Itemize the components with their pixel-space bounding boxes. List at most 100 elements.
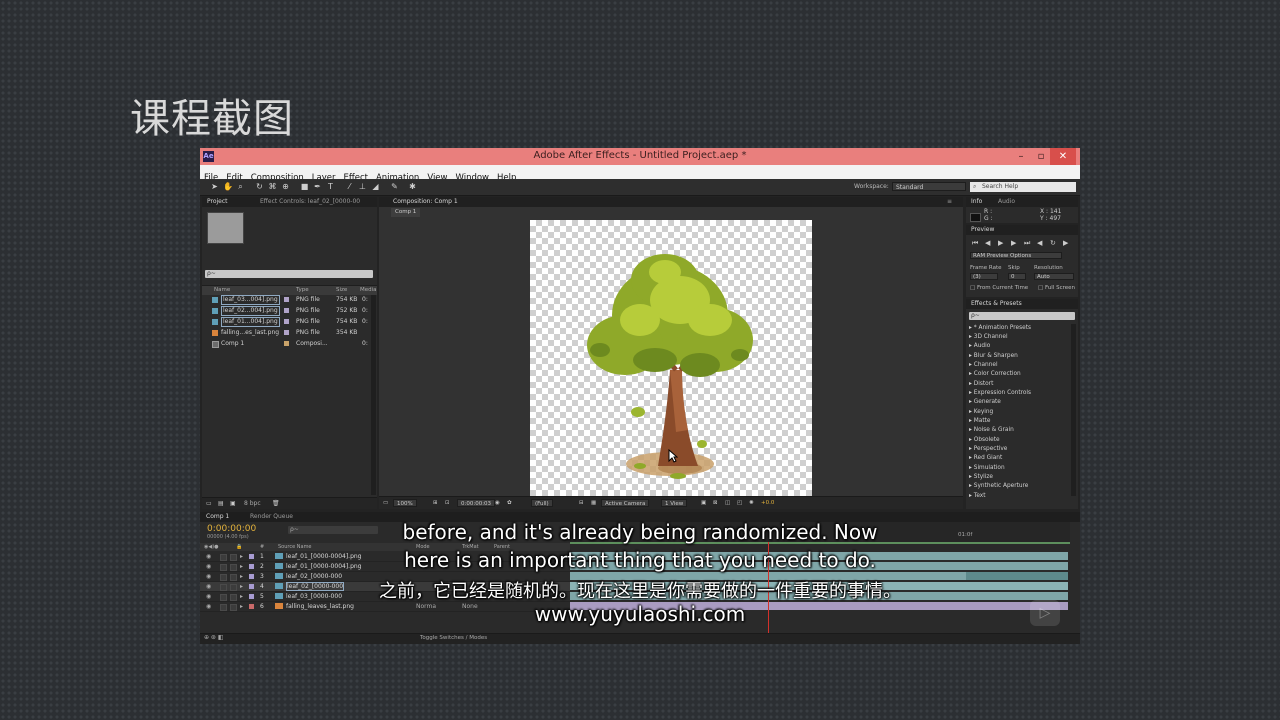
effects-search-input[interactable]: ρ~	[969, 312, 1075, 320]
effect-category[interactable]: ▸ Noise & Grain	[969, 426, 1014, 435]
column-type[interactable]: Type	[296, 287, 309, 293]
region-of-interest-icon[interactable]: ⊟	[579, 499, 584, 507]
effect-category[interactable]: ▸ Keying	[969, 408, 993, 417]
last-frame-icon[interactable]: ⏭	[1024, 239, 1030, 248]
tab-audio[interactable]: Audio	[998, 198, 1015, 206]
tab-effects-presets[interactable]: Effects & Presets	[971, 300, 1022, 308]
search-help-input[interactable]: ⌕ Search Help	[970, 182, 1076, 192]
effect-category[interactable]: ▸ Red Giant	[969, 454, 1002, 463]
rotation-tool-icon[interactable]: ↻	[255, 182, 264, 191]
tab-composition[interactable]: Composition: Comp 1	[393, 198, 458, 206]
effect-category[interactable]: ▸ Text	[969, 492, 986, 501]
view-layout-select[interactable]: 1 View	[661, 499, 688, 507]
interpret-footage-icon[interactable]: ▭	[206, 498, 212, 509]
effect-category[interactable]: ▸ * Animation Presets	[969, 324, 1031, 333]
skip-select[interactable]: 0	[1008, 273, 1026, 280]
next-frame-icon[interactable]: ▶	[1011, 239, 1016, 247]
type-tool-icon[interactable]: T	[326, 182, 335, 191]
effect-category[interactable]: ▸ Channel	[969, 361, 998, 370]
tab-effect-controls[interactable]: Effect Controls: leaf_02_[0000-00	[260, 198, 360, 206]
project-item[interactable]: falling...es_last.png PNG file 354 KB	[202, 328, 371, 338]
column-name[interactable]: Name	[214, 287, 230, 293]
new-composition-icon[interactable]: ▣	[230, 498, 236, 509]
exposure-value[interactable]: +0.0	[761, 499, 774, 507]
effect-category[interactable]: ▸ Synthetic Aperture	[969, 482, 1028, 491]
effect-category[interactable]: ▸ Obsolete	[969, 436, 1000, 445]
safe-margins-icon[interactable]: ⊞	[433, 499, 438, 507]
project-item[interactable]: leaf_02...004].png PNG file 752 KB 0:	[202, 306, 371, 316]
effect-category[interactable]: ▸ Matte	[969, 417, 990, 426]
previous-frame-icon[interactable]: ◀	[985, 239, 990, 247]
maximize-button[interactable]: ▫	[1030, 148, 1052, 165]
pan-behind-tool-icon[interactable]: ⊕	[281, 182, 290, 191]
clone-stamp-tool-icon[interactable]: ⊥	[358, 182, 367, 191]
eraser-tool-icon[interactable]: ◢	[371, 182, 380, 191]
new-folder-icon[interactable]: ▤	[218, 498, 224, 509]
minimize-button[interactable]: –	[1010, 148, 1032, 165]
project-item[interactable]: Comp 1 Composi... 0:	[202, 339, 371, 349]
hand-tool-icon[interactable]: ✋	[223, 182, 233, 191]
project-item[interactable]: leaf_01...004].png PNG file 754 KB 0:	[202, 317, 371, 327]
puppet-pin-tool-icon[interactable]: ✱	[408, 182, 417, 191]
rectangle-tool-icon[interactable]: ■	[300, 182, 309, 191]
current-time-display[interactable]: 0:00:00:03	[457, 499, 496, 507]
exposure-icon[interactable]: ✺	[749, 499, 754, 507]
fast-previews-icon[interactable]: ⊠	[713, 499, 718, 507]
effect-category[interactable]: ▸ Expression Controls	[969, 389, 1031, 398]
tab-comp-1[interactable]: Comp 1	[391, 208, 421, 217]
effect-category[interactable]: ▸ Distort	[969, 380, 993, 389]
zoom-tool-icon[interactable]: ⌕	[236, 182, 245, 191]
selection-tool-icon[interactable]: ➤	[210, 182, 219, 191]
show-channel-icon[interactable]: ✿	[507, 499, 512, 507]
tab-preview[interactable]: Preview	[971, 226, 994, 234]
camera-tool-icon[interactable]: ⌘	[268, 182, 277, 191]
roto-brush-tool-icon[interactable]: ✎	[390, 182, 399, 191]
workspace-select[interactable]: Standard	[892, 182, 966, 191]
brush-tool-icon[interactable]: ⁄	[345, 182, 354, 191]
effect-category[interactable]: ▸ Blur & Sharpen	[969, 352, 1018, 361]
comp-flowchart-icon[interactable]: ⊕ ⊛ ◧	[204, 634, 224, 641]
transparency-grid-icon[interactable]: ▦	[591, 499, 596, 507]
ram-preview-icon[interactable]: ▶	[1063, 239, 1068, 247]
tab-project[interactable]: Project	[207, 198, 228, 206]
toggle-switches-modes-button[interactable]: Toggle Switches / Modes	[420, 635, 487, 641]
column-media[interactable]: Media	[360, 287, 377, 293]
project-search-input[interactable]: ρ~	[205, 270, 373, 278]
column-size[interactable]: Size	[336, 287, 347, 293]
timeline-icon[interactable]: ◫	[725, 499, 730, 507]
grid-icon[interactable]: ⊡	[445, 499, 450, 507]
flowchart-icon[interactable]: ◰	[737, 499, 742, 507]
effect-category[interactable]: ▸ Color Correction	[969, 370, 1021, 379]
first-frame-icon[interactable]: ⏮	[972, 239, 978, 248]
ram-preview-options-select[interactable]: RAM Preview Options	[970, 252, 1062, 259]
camera-select[interactable]: Active Camera	[601, 499, 650, 507]
resolution-select[interactable]: (Full)	[531, 499, 553, 507]
frame-rate-select[interactable]: (3)	[970, 273, 998, 280]
full-screen-checkbox[interactable]: □ Full Screen	[1038, 285, 1075, 291]
effects-scrollbar[interactable]	[1071, 324, 1076, 496]
close-button[interactable]: ✕	[1050, 148, 1076, 165]
play-icon[interactable]: ▶	[998, 239, 1003, 247]
from-current-time-label: From Current Time	[976, 285, 1029, 291]
magnification-select[interactable]: 100%	[393, 499, 417, 507]
effect-category[interactable]: ▸ 3D Channel	[969, 333, 1008, 342]
snapshot-icon[interactable]: ◉	[495, 499, 500, 507]
effect-category[interactable]: ▸ Audio	[969, 342, 990, 351]
bpc-label[interactable]: 8 bpc	[244, 498, 261, 509]
project-scrollbar[interactable]	[371, 295, 376, 495]
project-item[interactable]: leaf_03...004].png PNG file 754 KB 0:	[202, 295, 371, 305]
pen-tool-icon[interactable]: ✒	[313, 182, 322, 191]
from-current-time-checkbox[interactable]: □ From Current Time	[970, 285, 1028, 291]
always-preview-icon[interactable]: ▭	[383, 499, 388, 507]
panel-menu-icon[interactable]: ≡	[947, 198, 952, 206]
toggle-pixel-aspect-icon[interactable]: ▣	[701, 499, 706, 507]
mute-audio-icon[interactable]: ◀	[1037, 239, 1042, 247]
effect-category[interactable]: ▸ Perspective	[969, 445, 1007, 454]
effect-category[interactable]: ▸ Generate	[969, 398, 1001, 407]
delete-icon[interactable]: 🗑	[272, 498, 280, 509]
resolution-select[interactable]: Auto	[1034, 273, 1074, 280]
tab-info[interactable]: Info	[971, 198, 982, 206]
effect-category[interactable]: ▸ Stylize	[969, 473, 993, 482]
effect-category[interactable]: ▸ Simulation	[969, 464, 1005, 473]
loop-icon[interactable]: ↻	[1050, 239, 1056, 247]
